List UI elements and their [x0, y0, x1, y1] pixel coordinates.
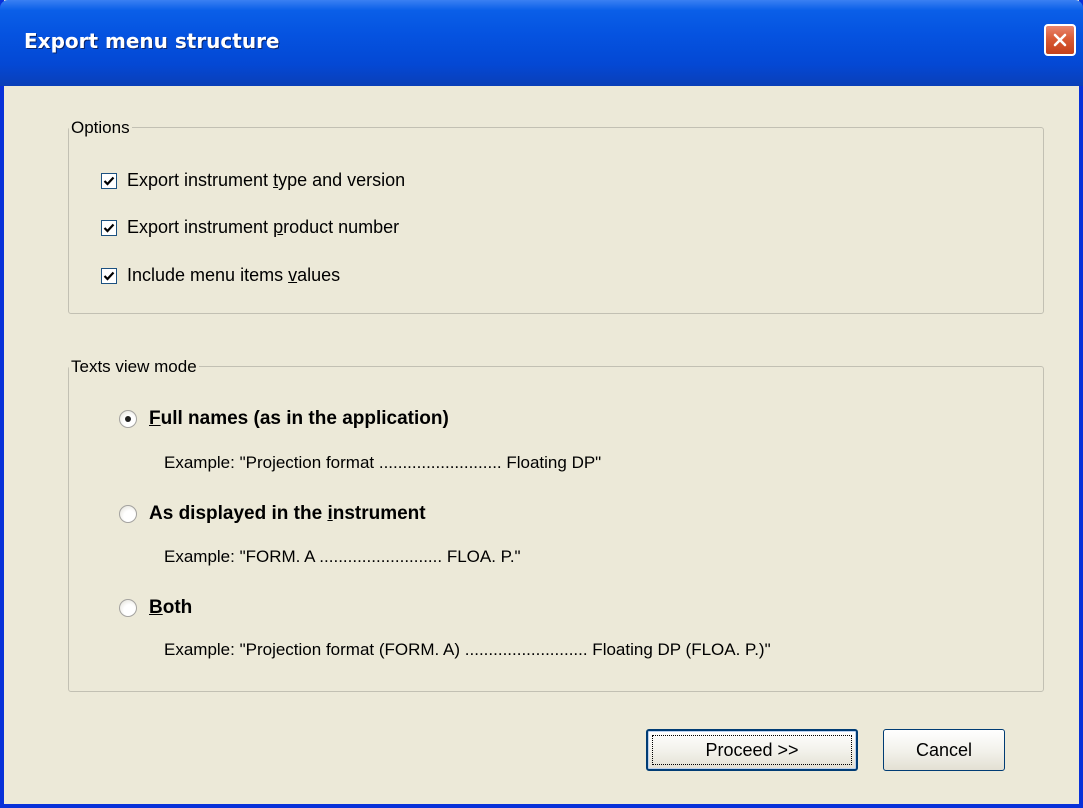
radio-selected-dot: [125, 416, 131, 422]
checkmark-icon: [103, 223, 115, 233]
example-both: Example: "Projection format (FORM. A) ..…: [164, 640, 771, 659]
radio-full-names[interactable]: Full names (as in the application): [119, 408, 449, 430]
checkbox-box[interactable]: [101, 267, 117, 284]
radio-label: Both: [149, 597, 193, 618]
proceed-button[interactable]: Proceed >>: [646, 729, 858, 771]
checkbox-export-product-number[interactable]: Export instrument product number: [101, 217, 399, 238]
radio-both[interactable]: Both: [119, 597, 192, 619]
close-button[interactable]: [1044, 24, 1076, 56]
radio-button[interactable]: [119, 410, 137, 428]
checkbox-include-values[interactable]: Include menu items values: [101, 265, 340, 286]
checkbox-export-type-version[interactable]: Export instrument type and version: [101, 170, 405, 191]
example-full-names: Example: "Projection format ............…: [164, 453, 602, 472]
radio-label: As displayed in the instrument: [149, 503, 426, 524]
checkbox-label: Include menu items values: [127, 265, 341, 285]
cancel-button[interactable]: Cancel: [883, 729, 1005, 771]
checkbox-box[interactable]: [101, 219, 117, 236]
export-dialog: Export menu structure Options Export ins…: [0, 0, 1083, 808]
radio-label: Full names (as in the application): [149, 408, 449, 429]
checkmark-icon: [103, 271, 115, 281]
radio-button[interactable]: [119, 505, 137, 523]
view-mode-group: Texts view mode Full names (as in the ap…: [68, 357, 1044, 692]
view-mode-legend: Texts view mode: [69, 357, 199, 377]
options-legend: Options: [69, 118, 132, 138]
example-as-displayed: Example: "FORM. A ......................…: [164, 547, 521, 566]
close-x-icon: [1052, 32, 1068, 48]
radio-as-displayed[interactable]: As displayed in the instrument: [119, 503, 426, 525]
title-bar[interactable]: Export menu structure: [0, 0, 1083, 86]
options-group: Options Export instrument type and versi…: [68, 118, 1044, 314]
checkbox-label: Export instrument product number: [127, 217, 400, 237]
focus-ring: [652, 735, 852, 765]
checkbox-box[interactable]: [101, 172, 117, 189]
cancel-button-label: Cancel: [915, 739, 973, 760]
radio-button[interactable]: [119, 599, 137, 617]
window-title: Export menu structure: [24, 29, 280, 53]
checkmark-icon: [103, 176, 115, 186]
checkbox-label: Export instrument type and version: [127, 170, 406, 190]
